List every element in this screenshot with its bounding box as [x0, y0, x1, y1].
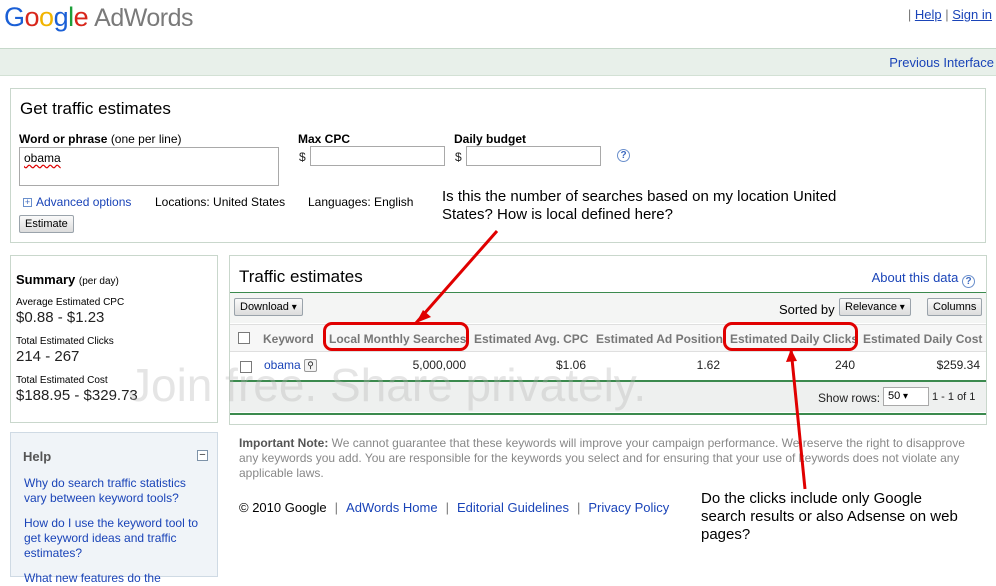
max-cpc-input[interactable]	[310, 146, 445, 166]
clicks-label: Total Estimated Clicks	[16, 336, 114, 347]
privacy-policy-link[interactable]: Privacy Policy	[588, 500, 669, 515]
summary-title: Summary (per day)	[16, 272, 119, 287]
logo-letter: o	[24, 2, 40, 32]
clicks-cell: 240	[834, 358, 855, 372]
show-rows-label: Show rows:	[818, 391, 881, 405]
languages-text: Languages: English	[308, 195, 414, 209]
about-data-link[interactable]: About this data	[872, 270, 959, 285]
estimate-button[interactable]: Estimate	[19, 215, 74, 233]
previous-interface-link[interactable]: Previous Interface	[889, 55, 994, 70]
help-link[interactable]: Help	[915, 7, 942, 22]
help-panel: Help − Why do search traffic statistics …	[10, 432, 218, 585]
currency-symbol: $	[299, 150, 306, 164]
currency-symbol: $	[455, 150, 462, 164]
max-cpc-label: Max CPC	[298, 132, 351, 146]
table-toolbar: Download Sorted by Relevance Columns	[230, 293, 986, 323]
separator: |	[907, 7, 912, 22]
avg-cpc-value: $0.88 - $1.23	[16, 309, 105, 326]
header-daily-cost[interactable]: Estimated Daily Cost	[863, 332, 982, 346]
position-cell: 1.62	[696, 358, 720, 372]
separator: |	[945, 7, 949, 22]
help-question-icon[interactable]: ?	[617, 149, 630, 162]
word-label-bold: Word or phrase	[19, 132, 108, 146]
header: Google AdWords | Help | Sign in	[0, 0, 996, 48]
word-label: Word or phrase (one per line)	[19, 132, 182, 146]
note-text: We cannot guarantee that these keywords …	[239, 436, 965, 480]
show-rows-select[interactable]: 50	[883, 387, 929, 406]
sorted-by-label: Sorted by	[779, 302, 835, 317]
keyword-textarea[interactable]: obama	[19, 147, 279, 186]
sort-relevance-dropdown[interactable]: Relevance	[839, 298, 911, 316]
highlight-oval-searches	[323, 322, 469, 351]
help-link-2[interactable]: How do I use the keyword tool to get key…	[24, 516, 204, 561]
logo-letter: g	[53, 2, 69, 32]
google-adwords-logo[interactable]: Google AdWords	[4, 2, 193, 33]
top-links: | Help | Sign in	[908, 7, 992, 22]
sign-in-link[interactable]: Sign in	[952, 7, 992, 22]
footer: © 2010 Google | AdWords Home | Editorial Gui…	[239, 500, 669, 515]
download-dropdown[interactable]: Download	[234, 298, 303, 316]
important-note: Important Note: We cannot guarantee that…	[239, 436, 981, 481]
note-bold: Important Note:	[239, 436, 329, 450]
help-link-1[interactable]: Why do search traffic statistics vary be…	[24, 476, 204, 506]
word-label-hint: (one per line)	[110, 132, 182, 146]
advanced-options-toggle[interactable]: + Advanced options	[23, 195, 131, 209]
clicks-value: 214 - 267	[16, 348, 80, 365]
advanced-options-link[interactable]: Advanced options	[36, 195, 131, 209]
adwords-home-link[interactable]: AdWords Home	[346, 500, 438, 515]
daily-budget-input[interactable]	[466, 146, 601, 166]
divider	[230, 413, 986, 415]
avg-cpc-label: Average Estimated CPC	[16, 297, 125, 308]
summary-hint: (per day)	[78, 276, 119, 287]
help-question-icon[interactable]: ?	[962, 275, 975, 288]
annotation-bottom: Do the clicks include only Google search…	[701, 490, 958, 543]
separator: |	[445, 500, 449, 515]
locations-text: Locations: United States	[155, 195, 286, 209]
separator: |	[576, 500, 581, 515]
about-data[interactable]: About this data ?	[872, 270, 975, 288]
sub-bar: Previous Interface	[0, 48, 996, 76]
cost-cell: $259.34	[936, 358, 980, 372]
columns-button[interactable]: Columns	[927, 298, 983, 316]
header-ad-position[interactable]: Estimated Ad Position	[596, 332, 723, 346]
select-all-checkbox[interactable]	[238, 332, 250, 344]
logo-letter: o	[39, 2, 54, 32]
header-keyword[interactable]: Keyword	[263, 332, 314, 346]
copyright: © 2010 Google	[239, 500, 327, 515]
daily-budget-label: Daily budget	[454, 132, 527, 146]
pagination-text: 1 - 1 of 1	[932, 391, 976, 403]
form-title: Get traffic estimates	[20, 99, 171, 118]
logo-letter: G	[4, 2, 25, 32]
separator: |	[334, 500, 339, 515]
collapse-minus-icon[interactable]: −	[197, 450, 208, 461]
expand-plus-icon: +	[23, 197, 32, 208]
watermark: Join free. Share privately.	[128, 359, 647, 411]
highlight-oval-clicks	[723, 322, 858, 351]
help-link-3[interactable]: What new features do the	[24, 571, 204, 586]
cost-label: Total Estimated Cost	[16, 375, 108, 386]
logo-letter: e	[73, 2, 89, 32]
help-title: Help	[23, 449, 52, 464]
logo-product: AdWords	[94, 4, 193, 32]
keyword-text: obama	[24, 151, 61, 165]
annotation-top: Is this the number of searches based on …	[442, 188, 837, 223]
editorial-guidelines-link[interactable]: Editorial Guidelines	[457, 500, 569, 515]
cost-value: $188.95 - $329.73	[16, 387, 138, 404]
traffic-title: Traffic estimates	[239, 267, 363, 286]
header-avg-cpc[interactable]: Estimated Avg. CPC	[474, 332, 588, 346]
